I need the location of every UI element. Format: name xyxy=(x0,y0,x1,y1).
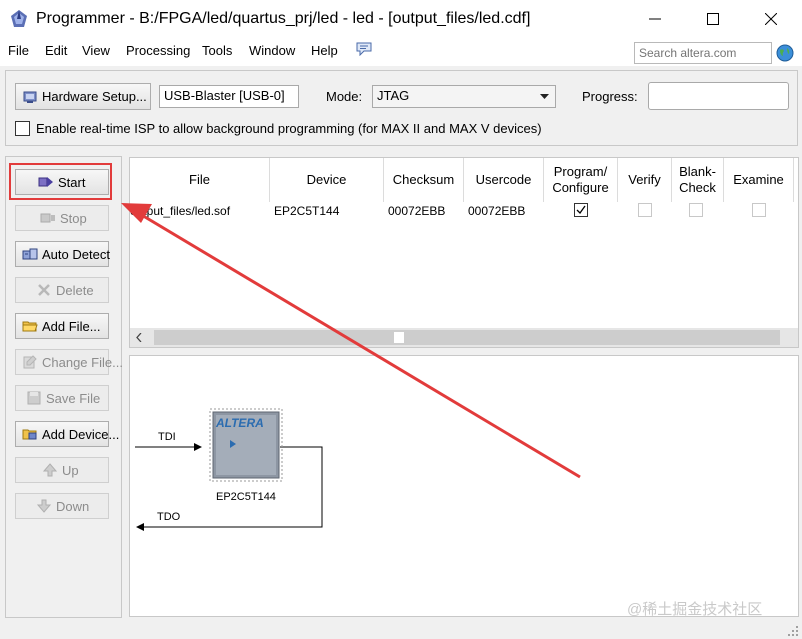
up-icon xyxy=(42,463,58,477)
delete-icon xyxy=(38,284,50,296)
jtag-chain-panel: TDI TDO ALTERA EP2C5T144 xyxy=(129,355,799,617)
add-device-label: Add Device... xyxy=(42,426,120,442)
col-verify: Verify xyxy=(618,158,672,202)
minimize-icon xyxy=(649,18,661,20)
add-file-label: Add File... xyxy=(42,318,101,334)
row-usercode: 00072EBB xyxy=(468,204,526,218)
mode-select[interactable]: JTAG xyxy=(372,85,556,108)
delete-button[interactable]: Delete xyxy=(15,277,109,303)
save-file-button[interactable]: Save File xyxy=(15,385,109,411)
hardware-icon xyxy=(23,91,37,103)
maximize-button[interactable] xyxy=(684,0,742,38)
change-file-label: Change File... xyxy=(42,354,123,370)
isp-checkbox-label: Enable real-time ISP to allow background… xyxy=(36,121,542,136)
change-file-icon xyxy=(23,355,37,369)
menu-window[interactable]: Window xyxy=(249,42,295,60)
watermark: @稀土掘金技术社区 xyxy=(627,601,763,618)
progress-label: Progress: xyxy=(582,89,638,104)
help-bubble-icon[interactable] xyxy=(356,42,372,56)
row-file: output_files/led.sof xyxy=(130,204,231,218)
horizontal-scrollbar[interactable] xyxy=(130,328,798,347)
delete-label: Delete xyxy=(56,282,94,298)
start-highlight-box xyxy=(9,163,112,200)
col-usercode: Usercode xyxy=(464,158,544,202)
isp-checkbox[interactable] xyxy=(15,121,30,136)
verify-checkbox[interactable] xyxy=(638,203,652,217)
up-label: Up xyxy=(62,462,79,478)
hardware-setup-button[interactable]: Hardware Setup... xyxy=(15,83,151,110)
window-title: Programmer - B:/FPGA/led/quartus_prj/led… xyxy=(36,10,531,27)
stop-button[interactable]: Stop xyxy=(15,205,109,231)
scroll-left-icon[interactable] xyxy=(136,333,142,342)
col-program-configure: Program/ Configure xyxy=(544,158,618,202)
row-device: EP2C5T144 xyxy=(274,204,340,218)
down-button[interactable]: Down xyxy=(15,493,109,519)
folder-icon xyxy=(22,321,38,332)
auto-detect-label: Auto Detect xyxy=(42,246,110,262)
mode-value: JTAG xyxy=(377,88,410,103)
col-device: Device xyxy=(270,158,384,202)
down-label: Down xyxy=(56,498,90,514)
title-bar: Programmer - B:/FPGA/led/quartus_prj/led… xyxy=(0,0,802,38)
menu-edit[interactable]: Edit xyxy=(45,42,67,60)
stop-label: Stop xyxy=(60,210,87,226)
examine-checkbox[interactable] xyxy=(752,203,766,217)
col-examine: Examine xyxy=(724,158,794,202)
menu-view[interactable]: View xyxy=(82,42,110,60)
close-window-button[interactable] xyxy=(742,0,800,38)
change-file-button[interactable]: Change File... xyxy=(15,349,123,375)
search-box[interactable] xyxy=(634,42,772,64)
blank-check-checkbox[interactable] xyxy=(689,203,703,217)
minimize-button[interactable] xyxy=(626,0,684,38)
stop-icon xyxy=(40,213,55,223)
device-table: File Device Checksum Usercode Program/ C… xyxy=(129,157,799,348)
up-button[interactable]: Up xyxy=(15,457,109,483)
device-chip-label: EP2C5T144 xyxy=(216,491,276,503)
scroll-thumb-grip xyxy=(394,332,404,343)
program-configure-checkbox[interactable] xyxy=(574,203,588,217)
tdi-label: TDI xyxy=(158,431,176,443)
auto-detect-button[interactable]: Auto Detect xyxy=(15,241,110,267)
save-icon xyxy=(27,391,41,405)
menu-processing[interactable]: Processing xyxy=(126,42,190,60)
menu-help[interactable]: Help xyxy=(311,42,338,60)
search-input[interactable] xyxy=(639,44,769,62)
menu-file[interactable]: File xyxy=(8,42,29,60)
mode-label: Mode: xyxy=(326,89,363,104)
add-file-button[interactable]: Add File... xyxy=(15,313,109,339)
close-icon xyxy=(765,13,777,25)
add-device-icon xyxy=(22,429,37,440)
col-blank-check: Blank- Check xyxy=(672,158,724,202)
globe-icon[interactable] xyxy=(776,44,794,62)
chevron-down-icon xyxy=(540,94,549,99)
auto-detect-icon xyxy=(22,248,38,260)
add-device-button[interactable]: Add Device... xyxy=(15,421,119,447)
altera-logo: ALTERA xyxy=(216,416,264,430)
save-file-label: Save File xyxy=(46,390,101,406)
jtag-chain-diagram xyxy=(135,408,323,531)
down-icon xyxy=(36,499,52,513)
menu-tools[interactable]: Tools xyxy=(202,42,232,60)
hardware-field: USB-Blaster [USB-0] xyxy=(159,85,299,108)
scroll-thumb[interactable] xyxy=(154,330,780,345)
row-checksum: 00072EBB xyxy=(388,204,446,218)
checkmark-icon xyxy=(576,205,586,215)
progress-bar xyxy=(648,82,789,110)
hardware-setup-label: Hardware Setup... xyxy=(42,89,147,104)
maximize-icon xyxy=(707,13,719,25)
col-file: File xyxy=(130,158,270,202)
quartus-app-icon xyxy=(11,10,27,27)
col-checksum: Checksum xyxy=(384,158,464,202)
tdo-label: TDO xyxy=(157,511,181,523)
resize-grip-icon[interactable] xyxy=(786,624,800,638)
